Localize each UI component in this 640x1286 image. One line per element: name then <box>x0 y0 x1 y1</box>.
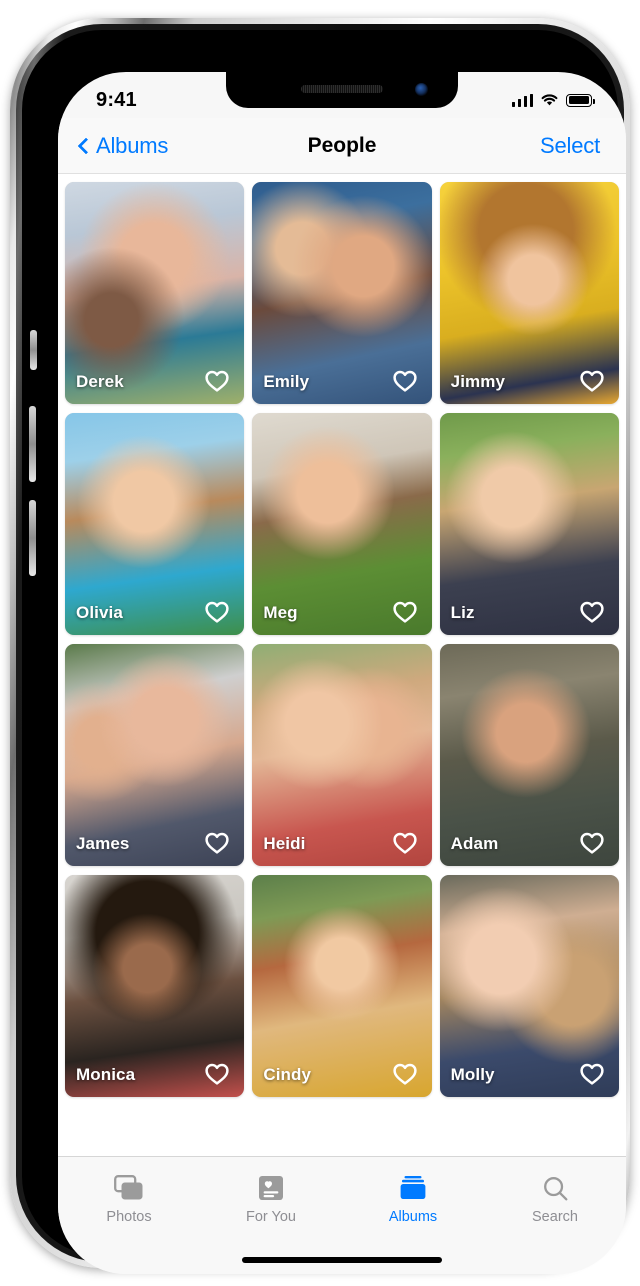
heart-outline-icon[interactable] <box>575 594 609 628</box>
tab-for-you[interactable]: For You <box>200 1173 342 1225</box>
person-card[interactable]: Cindy <box>252 875 432 1097</box>
tab-photos[interactable]: Photos <box>58 1173 200 1225</box>
heart-outline-icon[interactable] <box>388 825 422 859</box>
navigation-bar: Albums People Select <box>58 118 626 174</box>
person-name-label: Adam <box>450 834 499 853</box>
tab-albums[interactable]: Albums <box>342 1173 484 1225</box>
chevron-left-icon <box>77 137 95 154</box>
heart-outline-icon[interactable] <box>388 1056 422 1090</box>
person-name-label: Emily <box>263 372 310 391</box>
person-card[interactable]: Olivia <box>65 413 245 635</box>
person-name-label: Monica <box>76 1065 136 1084</box>
person-name-label: James <box>76 834 130 853</box>
person-card[interactable]: Emily <box>252 182 432 404</box>
person-card[interactable]: Jimmy <box>439 182 619 404</box>
person-name-label: Liz <box>450 603 475 622</box>
person-name-label: Olivia <box>76 603 123 622</box>
earpiece-speaker-icon <box>301 85 383 93</box>
tab-search-label: Search <box>532 1209 578 1225</box>
person-card[interactable]: Monica <box>65 875 245 1097</box>
person-card[interactable]: Derek <box>65 182 245 404</box>
heart-outline-icon[interactable] <box>200 825 234 859</box>
person-name-label: Heidi <box>263 834 306 853</box>
heart-outline-icon[interactable] <box>200 594 234 628</box>
heart-outline-icon[interactable] <box>575 1056 609 1090</box>
tab-albums-label: Albums <box>388 1209 438 1225</box>
wifi-icon <box>541 94 558 106</box>
tab-photos-label: Photos <box>106 1209 152 1225</box>
heart-outline-icon[interactable] <box>388 363 422 397</box>
select-button[interactable]: Select <box>540 133 626 159</box>
back-to-albums-button[interactable]: Albums <box>58 133 168 159</box>
person-name-label: Derek <box>76 372 124 391</box>
status-bar-indicators <box>511 93 595 107</box>
person-card[interactable]: Meg <box>252 413 432 635</box>
person-card[interactable]: Liz <box>439 413 619 635</box>
tab-search[interactable]: Search <box>484 1173 626 1225</box>
person-card[interactable]: Adam <box>439 644 619 866</box>
volume-up-button[interactable] <box>29 406 36 482</box>
person-name-label: Meg <box>263 603 298 622</box>
mute-switch[interactable] <box>30 330 37 370</box>
search-icon <box>542 1173 569 1203</box>
heart-outline-icon[interactable] <box>200 363 234 397</box>
heart-outline-icon[interactable] <box>388 594 422 628</box>
tab-bar: Photos For You Albums Search <box>58 1156 626 1274</box>
person-card[interactable]: Molly <box>439 875 619 1097</box>
tab-for-you-label: For You <box>246 1209 296 1225</box>
status-bar-time: 9:41 <box>96 88 137 111</box>
back-button-label: Albums <box>96 132 169 158</box>
heart-outline-icon[interactable] <box>200 1056 234 1090</box>
heart-outline-icon[interactable] <box>575 363 609 397</box>
person-name-label: Cindy <box>263 1065 312 1084</box>
notch <box>226 72 458 108</box>
front-camera-icon <box>415 83 428 96</box>
people-grid-scroll-area[interactable]: Derek Emily Jimmy Olivia Meg Liz James Heidi Ada… <box>58 174 626 1156</box>
phone-body: 9:41 Albums People Select Derek Emily Ji… <box>22 30 626 1274</box>
person-name-label: Jimmy <box>450 372 506 391</box>
heart-outline-icon[interactable] <box>575 825 609 859</box>
screenshot-root: 9:41 Albums People Select Derek Emily Ji… <box>0 0 640 1286</box>
volume-down-button[interactable] <box>29 500 36 576</box>
phone-screen: 9:41 Albums People Select Derek Emily Ji… <box>58 72 626 1274</box>
for-you-card-icon <box>258 1173 284 1203</box>
home-indicator[interactable] <box>242 1257 442 1263</box>
person-name-label: Molly <box>450 1065 495 1084</box>
page-title: People <box>307 133 377 157</box>
person-card[interactable]: James <box>65 644 245 866</box>
people-grid: Derek Emily Jimmy Olivia Meg Liz James Heidi Ada… <box>65 182 619 1097</box>
photos-stack-icon <box>114 1173 144 1203</box>
person-card[interactable]: Heidi <box>252 644 432 866</box>
albums-stack-icon <box>398 1173 428 1203</box>
cellular-signal-icon <box>511 93 533 107</box>
battery-full-icon <box>566 93 595 107</box>
